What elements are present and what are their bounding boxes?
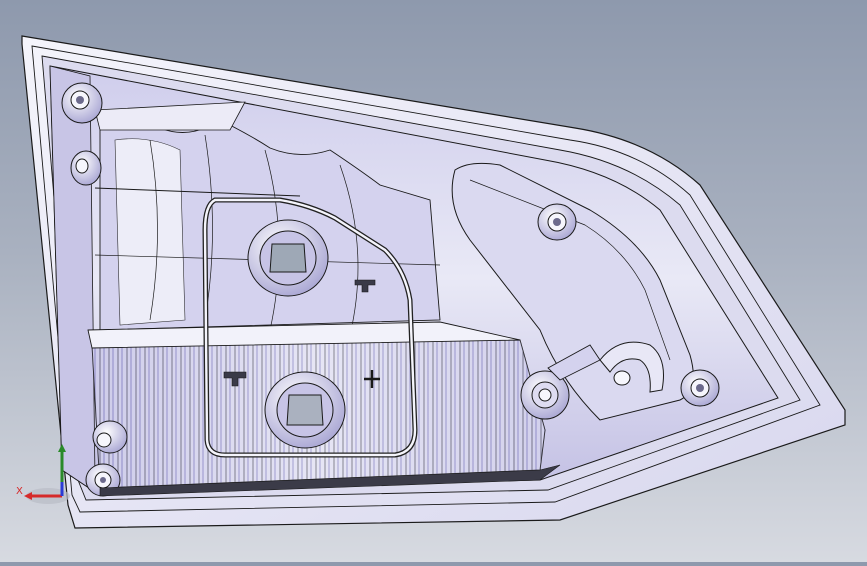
view-orientation-triad[interactable]: X [14, 440, 84, 510]
screw-boss-mid-left[interactable] [70, 150, 102, 186]
3d-model-viewport[interactable]: X [0, 0, 867, 562]
taillight-housing-model[interactable] [0, 0, 867, 562]
screw-boss-upper-right[interactable] [537, 203, 577, 241]
screw-boss-top-left[interactable] [61, 82, 103, 124]
x-axis-label: X [16, 486, 23, 497]
triad-axes [24, 444, 70, 504]
upper-bulb-socket[interactable] [247, 219, 329, 297]
reflector-highlight [114, 138, 186, 326]
left-wall [49, 65, 96, 491]
screw-boss-lower-right[interactable] [680, 369, 720, 407]
lower-bulb-socket[interactable] [264, 371, 346, 449]
screw-boss-bottom-left-upper[interactable] [92, 420, 128, 454]
